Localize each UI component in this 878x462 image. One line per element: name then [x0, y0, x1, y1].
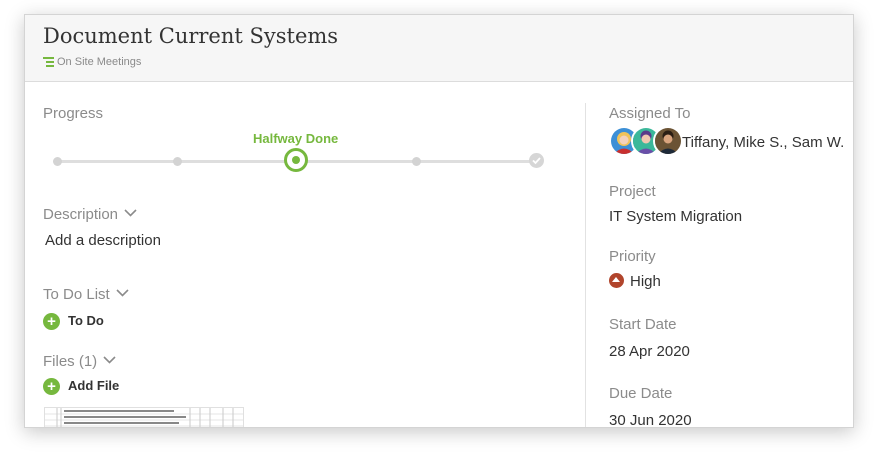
description-input[interactable]: Add a description: [45, 232, 161, 249]
due-date-value[interactable]: 30 Jun 2020: [609, 412, 692, 427]
add-file-button[interactable]: + Add File: [43, 378, 120, 396]
due-date-label: Due Date: [609, 385, 673, 402]
project-value[interactable]: IT System Migration: [609, 208, 742, 225]
todo-header[interactable]: To Do List: [43, 286, 129, 303]
assignee-names[interactable]: Tiffany, Mike S., Sam W.: [682, 134, 844, 151]
project-label: Project: [609, 183, 656, 200]
todo-label: To Do List: [43, 286, 110, 303]
files-label: Files (1): [43, 353, 98, 370]
progress-step-complete[interactable]: [529, 153, 544, 168]
task-header: Document Current Systems On Site Meeting…: [25, 15, 853, 82]
progress-step-4[interactable]: [412, 157, 421, 166]
task-detail-card: Document Current Systems On Site Meeting…: [24, 14, 854, 428]
description-label: Description: [43, 206, 119, 223]
spreadsheet-preview: [45, 408, 243, 427]
list-icon: [43, 57, 54, 67]
column-divider: [585, 103, 586, 427]
description-header[interactable]: Description: [43, 206, 137, 223]
file-thumbnail[interactable]: [44, 407, 244, 427]
task-title[interactable]: Document Current Systems: [43, 24, 338, 48]
assigned-label: Assigned To: [609, 105, 691, 122]
progress-step-current[interactable]: [284, 148, 308, 172]
priority-label: Priority: [609, 248, 656, 265]
plus-icon: +: [43, 313, 60, 331]
progress-status: Halfway Done: [253, 131, 339, 146]
priority-high-icon: [609, 273, 624, 288]
add-file-label: Add File: [68, 378, 120, 393]
start-date-label: Start Date: [609, 316, 677, 333]
add-todo-label: To Do: [68, 313, 104, 328]
breadcrumb[interactable]: On Site Meetings: [43, 56, 141, 68]
breadcrumb-label: On Site Meetings: [57, 56, 142, 68]
priority-value: High: [630, 273, 661, 290]
priority-selector[interactable]: High: [609, 273, 661, 290]
progress-label: Progress: [43, 105, 104, 122]
start-date-value[interactable]: 28 Apr 2020: [609, 343, 690, 360]
avatar-sam[interactable]: [653, 126, 683, 156]
chevron-down-icon: [116, 289, 129, 297]
progress-step-1[interactable]: [53, 157, 62, 166]
checkmark-icon: [532, 157, 541, 165]
progress-step-2[interactable]: [173, 157, 182, 166]
person-avatar-icon: [655, 128, 681, 154]
plus-icon: +: [43, 378, 60, 396]
files-header[interactable]: Files (1): [43, 353, 116, 370]
add-todo-button[interactable]: + To Do: [43, 313, 104, 331]
chevron-down-icon: [103, 356, 116, 364]
chevron-down-icon: [124, 209, 137, 217]
